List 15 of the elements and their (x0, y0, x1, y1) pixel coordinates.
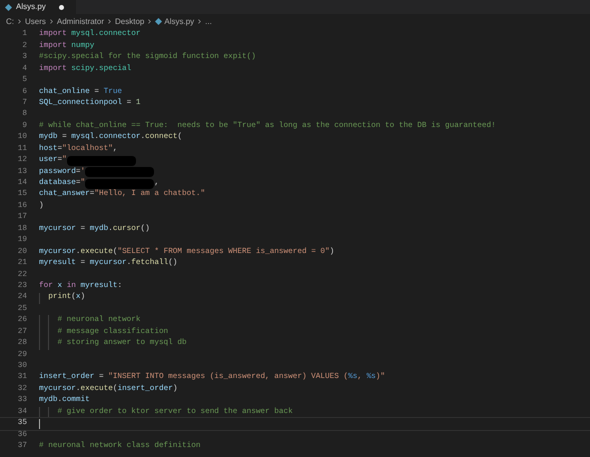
text-cursor (39, 419, 40, 430)
breadcrumb-item[interactable]: Alsys.py (164, 18, 194, 26)
chevron-icon (16, 18, 23, 25)
chevron-icon (106, 18, 114, 25)
chevron-icon (146, 18, 154, 25)
breadcrumb-item[interactable]: C: (6, 18, 14, 26)
breadcrumb-item[interactable]: Desktop (115, 18, 144, 26)
breadcrumb-item[interactable]: ... (205, 18, 212, 26)
editor-tab[interactable]: Alsys.py (0, 0, 76, 14)
python-file-icon (155, 18, 162, 25)
python-file-icon (5, 4, 12, 10)
breadcrumb-item[interactable]: Administrator (56, 18, 104, 26)
breadcrumb-item[interactable]: Users (25, 18, 46, 26)
chevron-icon (48, 18, 55, 25)
chevron-icon (196, 18, 204, 25)
